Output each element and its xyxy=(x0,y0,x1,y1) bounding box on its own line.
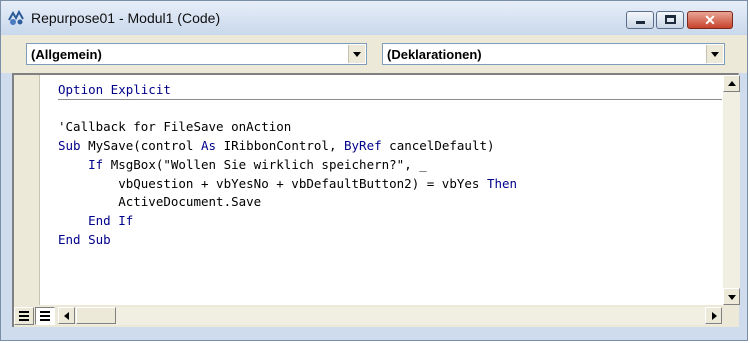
editor-bottom-bar xyxy=(14,305,739,327)
scroll-left-button[interactable] xyxy=(58,307,75,324)
object-combo-dropdown-button[interactable] xyxy=(348,45,365,63)
horizontal-scroll-thumb[interactable] xyxy=(76,307,116,324)
close-icon: ✕ xyxy=(704,12,716,28)
object-combo[interactable]: (Allgemein) xyxy=(26,43,367,65)
code-keyword: As xyxy=(201,138,217,154)
code-text: MsgBox("Wollen Sie wirklich speichern?",… xyxy=(103,156,427,172)
arrow-left-icon xyxy=(64,312,69,320)
code-line[interactable]: Sub MySave(control As IRibbonControl, By… xyxy=(58,137,495,155)
margin-indicator-bar[interactable] xyxy=(14,75,40,305)
chevron-down-icon xyxy=(711,52,719,57)
full-module-view-icon xyxy=(40,311,50,313)
minimize-icon xyxy=(636,21,645,24)
code-line[interactable]: 'Callback for FileSave onAction xyxy=(58,118,291,136)
maximize-icon xyxy=(665,15,676,24)
scroll-up-button[interactable] xyxy=(723,75,740,92)
code-line[interactable]: End Sub xyxy=(58,231,111,249)
close-button[interactable]: ✕ xyxy=(687,11,733,29)
code-keyword: End Sub xyxy=(58,231,111,247)
vba-module-icon xyxy=(8,10,24,25)
procedure-combo-value: (Deklarationen) xyxy=(387,47,482,62)
code-text: cancelDefault) xyxy=(381,138,495,154)
code-keyword: Sub xyxy=(58,138,81,154)
procedure-combo-dropdown-button[interactable] xyxy=(706,45,723,63)
code-line[interactable]: End If xyxy=(58,212,133,230)
code-toolbar: (Allgemein) (Deklarationen) xyxy=(1,35,747,73)
code-text: MySave(control xyxy=(80,138,201,154)
scroll-right-button[interactable] xyxy=(705,307,722,324)
arrow-right-icon xyxy=(712,312,717,320)
code-line[interactable]: Option Explicit xyxy=(58,81,722,100)
code-line[interactable]: ActiveDocument.Save xyxy=(58,193,261,211)
procedure-view-icon xyxy=(19,311,29,313)
code-keyword: Then xyxy=(486,175,518,191)
title-bar[interactable]: Repurpose01 - Modul1 (Code) ✕ xyxy=(1,1,747,35)
code-text: ActiveDocument.Save xyxy=(58,194,262,210)
code-keyword: If xyxy=(88,156,104,172)
code-text: vbQuestion + vbYesNo + vbDefaultButton2)… xyxy=(58,175,487,191)
code-window: Repurpose01 - Modul1 (Code) ✕ (Allgemein… xyxy=(0,0,748,341)
code-text-area[interactable]: Option Explicit 'Callback for FileSave on… xyxy=(40,75,722,305)
vertical-scrollbar[interactable] xyxy=(723,75,740,305)
code-keyword: End If xyxy=(88,212,134,228)
code-keyword: Option Explicit xyxy=(58,82,171,97)
chevron-down-icon xyxy=(353,52,361,57)
code-text: IRibbonControl, xyxy=(216,138,344,154)
scroll-down-button[interactable] xyxy=(723,288,740,305)
code-keyword: ByRef xyxy=(344,138,382,154)
procedure-combo[interactable]: (Deklarationen) xyxy=(382,43,725,65)
code-comment: 'Callback for FileSave onAction xyxy=(58,119,292,135)
arrow-down-icon xyxy=(728,295,736,300)
procedure-view-button[interactable] xyxy=(14,307,34,325)
code-line[interactable]: vbQuestion + vbYesNo + vbDefaultButton2)… xyxy=(58,175,517,193)
window-title: Repurpose01 - Modul1 (Code) xyxy=(31,10,221,26)
code-line[interactable]: If MsgBox("Wollen Sie wirklich speichern… xyxy=(58,156,427,174)
code-editor: Option Explicit 'Callback for FileSave on… xyxy=(12,73,740,327)
minimize-button[interactable] xyxy=(626,11,654,29)
object-combo-value: (Allgemein) xyxy=(31,47,102,62)
arrow-up-icon xyxy=(728,81,736,86)
maximize-button[interactable] xyxy=(656,11,684,29)
full-module-view-button[interactable] xyxy=(35,307,55,325)
horizontal-scrollbar[interactable] xyxy=(58,307,722,325)
